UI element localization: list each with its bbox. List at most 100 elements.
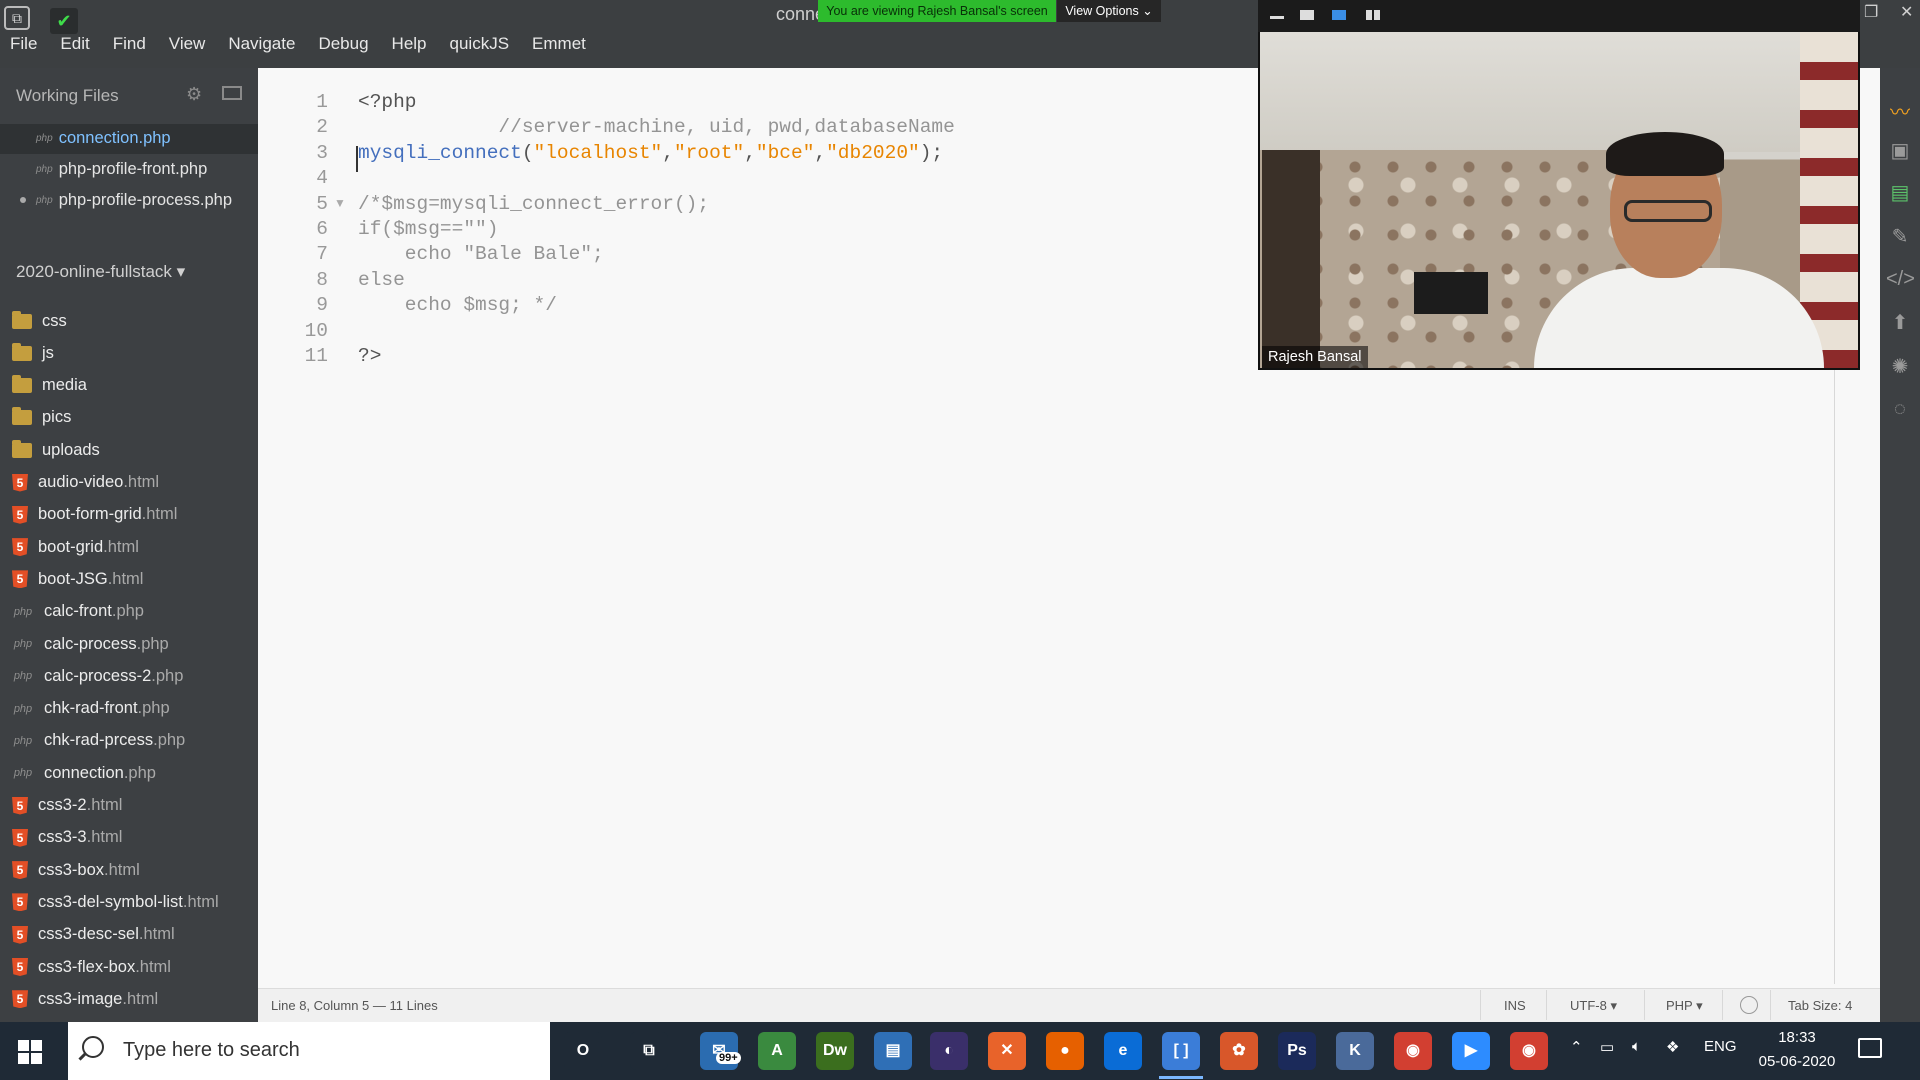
encoding-select[interactable]: UTF-8 ▾ bbox=[1570, 998, 1617, 1014]
dropbox-icon[interactable]: ❖ bbox=[1666, 1038, 1679, 1056]
working-file-item[interactable]: php connection.php bbox=[36, 124, 171, 152]
brackets-icon[interactable]: [ ] bbox=[1162, 1032, 1200, 1070]
menu-navigate[interactable]: Navigate bbox=[228, 34, 295, 53]
windows-start-icon[interactable] bbox=[18, 1040, 42, 1064]
tree-file[interactable]: 5 boot-form-grid.html bbox=[12, 501, 177, 529]
code-icon[interactable]: </> bbox=[1886, 268, 1915, 292]
tree-file[interactable]: 5 boot-grid.html bbox=[12, 533, 139, 561]
thumbnail-view-icon[interactable] bbox=[1332, 10, 1346, 20]
tree-file[interactable]: php calc-process-2.php bbox=[12, 662, 184, 690]
working-file-item[interactable]: php php-profile-process.php bbox=[36, 186, 232, 214]
fold-arrow-icon[interactable]: ▼ bbox=[334, 196, 346, 210]
tree-file[interactable]: 5 css3-3.html bbox=[12, 824, 122, 852]
android-studio-icon[interactable]: A bbox=[758, 1032, 796, 1070]
working-file-item[interactable]: php php-profile-front.php bbox=[36, 155, 207, 183]
code-line[interactable]: if($msg=="") bbox=[358, 218, 498, 240]
code-line[interactable]: else bbox=[358, 269, 405, 291]
edge-icon[interactable]: e bbox=[1104, 1032, 1142, 1070]
tree-file[interactable]: php chk-rad-prcess.php bbox=[12, 727, 185, 755]
insert-mode[interactable]: INS bbox=[1504, 998, 1526, 1013]
code-line[interactable]: /*$msg=mysqli_connect_error(); bbox=[358, 193, 709, 215]
upload-icon[interactable]: ⬆ bbox=[1886, 310, 1914, 334]
gallery-view-icon[interactable] bbox=[1366, 10, 1380, 20]
dreamweaver-icon[interactable]: Dw bbox=[816, 1032, 854, 1070]
linter-status-icon[interactable] bbox=[1740, 996, 1758, 1014]
tree-file[interactable]: 5 audio-video.html bbox=[12, 469, 159, 497]
code-line[interactable]: echo "Bale Bale"; bbox=[358, 243, 604, 265]
tools-icon[interactable]: ✎ bbox=[1886, 224, 1914, 248]
tree-file[interactable]: 5 css3-flex-box.html bbox=[12, 953, 171, 981]
tree-file[interactable]: 5 css3-del-symbol-list.html bbox=[12, 888, 219, 916]
clock[interactable]: 18:33 05-06-2020 bbox=[1752, 1026, 1842, 1074]
working-files-header: Working Files bbox=[16, 86, 119, 105]
battery-icon[interactable]: ▭ bbox=[1600, 1038, 1614, 1056]
live-preview-icon[interactable]: 〰 bbox=[1886, 96, 1914, 124]
zoom-icon[interactable]: ▶ bbox=[1452, 1032, 1490, 1070]
tree-file[interactable]: 5 css3-desc-sel.html bbox=[12, 921, 175, 949]
tree-folder[interactable]: pics bbox=[12, 404, 71, 432]
html5-icon: 5 bbox=[12, 925, 28, 944]
tree-folder[interactable]: js bbox=[12, 339, 54, 367]
tree-folder[interactable]: uploads bbox=[12, 436, 100, 464]
maximize-icon[interactable]: ❐ bbox=[1864, 2, 1878, 22]
code-token: mysqli_connect bbox=[358, 141, 522, 164]
menu-emmet[interactable]: Emmet bbox=[532, 34, 586, 53]
menu-help[interactable]: Help bbox=[392, 34, 427, 53]
menu-debug[interactable]: Debug bbox=[318, 34, 368, 53]
code-line[interactable]: mysqli_connect("localhost","root","bce",… bbox=[358, 142, 943, 164]
menu-edit[interactable]: Edit bbox=[60, 34, 89, 53]
xampp-icon[interactable]: ✕ bbox=[988, 1032, 1026, 1070]
tree-file[interactable]: php connection.php bbox=[12, 759, 156, 787]
input-language[interactable]: ENG bbox=[1704, 1038, 1737, 1055]
shield-icon[interactable]: ✔ bbox=[50, 8, 78, 34]
code-line[interactable]: <?php bbox=[358, 91, 417, 113]
gear-icon[interactable]: ⚙ bbox=[186, 84, 202, 105]
files-icon[interactable]: ▤ bbox=[874, 1032, 912, 1070]
extension-manager-icon[interactable]: ▣ bbox=[1886, 138, 1914, 162]
task-view-icon[interactable]: ⧉ bbox=[630, 1032, 668, 1070]
language-select[interactable]: PHP ▾ bbox=[1666, 998, 1703, 1014]
active-speaker-icon[interactable] bbox=[1300, 10, 1314, 20]
menu-find[interactable]: Find bbox=[113, 34, 146, 53]
lightbulb-icon[interactable]: ✺ bbox=[1886, 354, 1914, 378]
minimize-video-icon[interactable] bbox=[1270, 16, 1284, 19]
paint-icon[interactable]: ✿ bbox=[1220, 1032, 1258, 1070]
code-line[interactable]: echo $msg; */ bbox=[358, 294, 557, 316]
chevron-up-icon[interactable]: ⌃ bbox=[1570, 1038, 1583, 1056]
tree-item-ext: .html bbox=[182, 892, 219, 911]
mail-icon[interactable]: ✉ bbox=[700, 1032, 738, 1070]
tree-file[interactable]: php calc-front.php bbox=[12, 598, 144, 626]
tree-folder[interactable]: css bbox=[12, 307, 67, 335]
volume-icon[interactable]: 🔈︎ bbox=[1632, 1038, 1641, 1055]
eclipse-icon[interactable]: ◐ bbox=[930, 1032, 968, 1070]
tree-file[interactable]: php calc-process.php bbox=[12, 630, 169, 658]
menu-file[interactable]: File bbox=[10, 34, 37, 53]
tree-file[interactable]: php chk-rad-front.php bbox=[12, 695, 170, 723]
split-view-icon[interactable] bbox=[222, 86, 242, 100]
tab-size[interactable]: Tab Size: 4 bbox=[1788, 998, 1852, 1013]
php-file-icon: php bbox=[13, 734, 33, 747]
firefox-icon[interactable]: ● bbox=[1046, 1032, 1084, 1070]
hint-icon[interactable]: ◌ bbox=[1886, 398, 1914, 422]
menu-view[interactable]: View bbox=[169, 34, 206, 53]
chrome-icon[interactable]: ◉ bbox=[1394, 1032, 1432, 1070]
view-options-button[interactable]: View Options ⌄ bbox=[1057, 0, 1161, 22]
notification-icon[interactable] bbox=[1858, 1038, 1882, 1058]
tree-file[interactable]: 5 css3-2.html bbox=[12, 792, 122, 820]
close-icon[interactable]: ✕ bbox=[1900, 2, 1913, 22]
tree-file[interactable]: 5 boot-JSG.html bbox=[12, 565, 143, 593]
cortana-icon[interactable]: O bbox=[564, 1032, 602, 1070]
plugin-icon[interactable]: ▤ bbox=[1886, 180, 1914, 204]
php-file-icon: php bbox=[36, 194, 53, 206]
menu-quickjs[interactable]: quickJS bbox=[450, 34, 510, 53]
search-placeholder[interactable]: Type here to search bbox=[123, 1039, 300, 1062]
photoshop-icon[interactable]: Ps bbox=[1278, 1032, 1316, 1070]
tree-file[interactable]: 5 css3-image.html bbox=[12, 985, 158, 1013]
code-line[interactable]: ?> bbox=[358, 345, 381, 367]
chrome-icon-2[interactable]: ◉ bbox=[1510, 1032, 1548, 1070]
project-dropdown[interactable]: 2020-online-fullstack ▾ bbox=[16, 262, 185, 282]
tree-file[interactable]: 5 css3-box.html bbox=[12, 856, 140, 884]
code-line[interactable]: //server-machine, uid, pwd,databaseName bbox=[358, 116, 954, 138]
tree-folder[interactable]: media bbox=[12, 372, 87, 400]
keyboard-icon[interactable]: K bbox=[1336, 1032, 1374, 1070]
